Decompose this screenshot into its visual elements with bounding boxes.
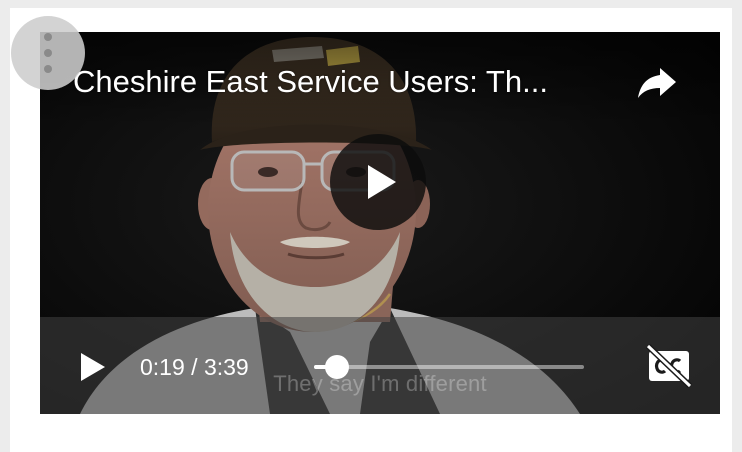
- play-icon: [81, 353, 105, 381]
- duration: 3:39: [203, 354, 249, 380]
- dot: [44, 33, 52, 41]
- share-button[interactable]: [634, 60, 682, 104]
- progress-bar[interactable]: [314, 355, 584, 379]
- video-player[interactable]: Cheshire East Service Users: Th... They …: [40, 32, 720, 414]
- time-display: 0:19 / 3:39: [140, 352, 249, 382]
- more-options-button[interactable]: [11, 16, 85, 90]
- time-separator: /: [184, 354, 204, 380]
- dot: [44, 49, 52, 57]
- play-button[interactable]: [78, 350, 108, 384]
- page: Cheshire East Service Users: Th... They …: [0, 0, 742, 452]
- captions-button[interactable]: [644, 343, 696, 389]
- closed-captions-off-icon: [645, 343, 693, 389]
- video-title[interactable]: Cheshire East Service Users: Th...: [73, 62, 613, 102]
- play-icon: [368, 165, 396, 199]
- dot: [44, 65, 52, 73]
- center-play-button[interactable]: [330, 134, 426, 230]
- current-time: 0:19: [140, 354, 185, 380]
- share-arrow-icon: [638, 68, 676, 98]
